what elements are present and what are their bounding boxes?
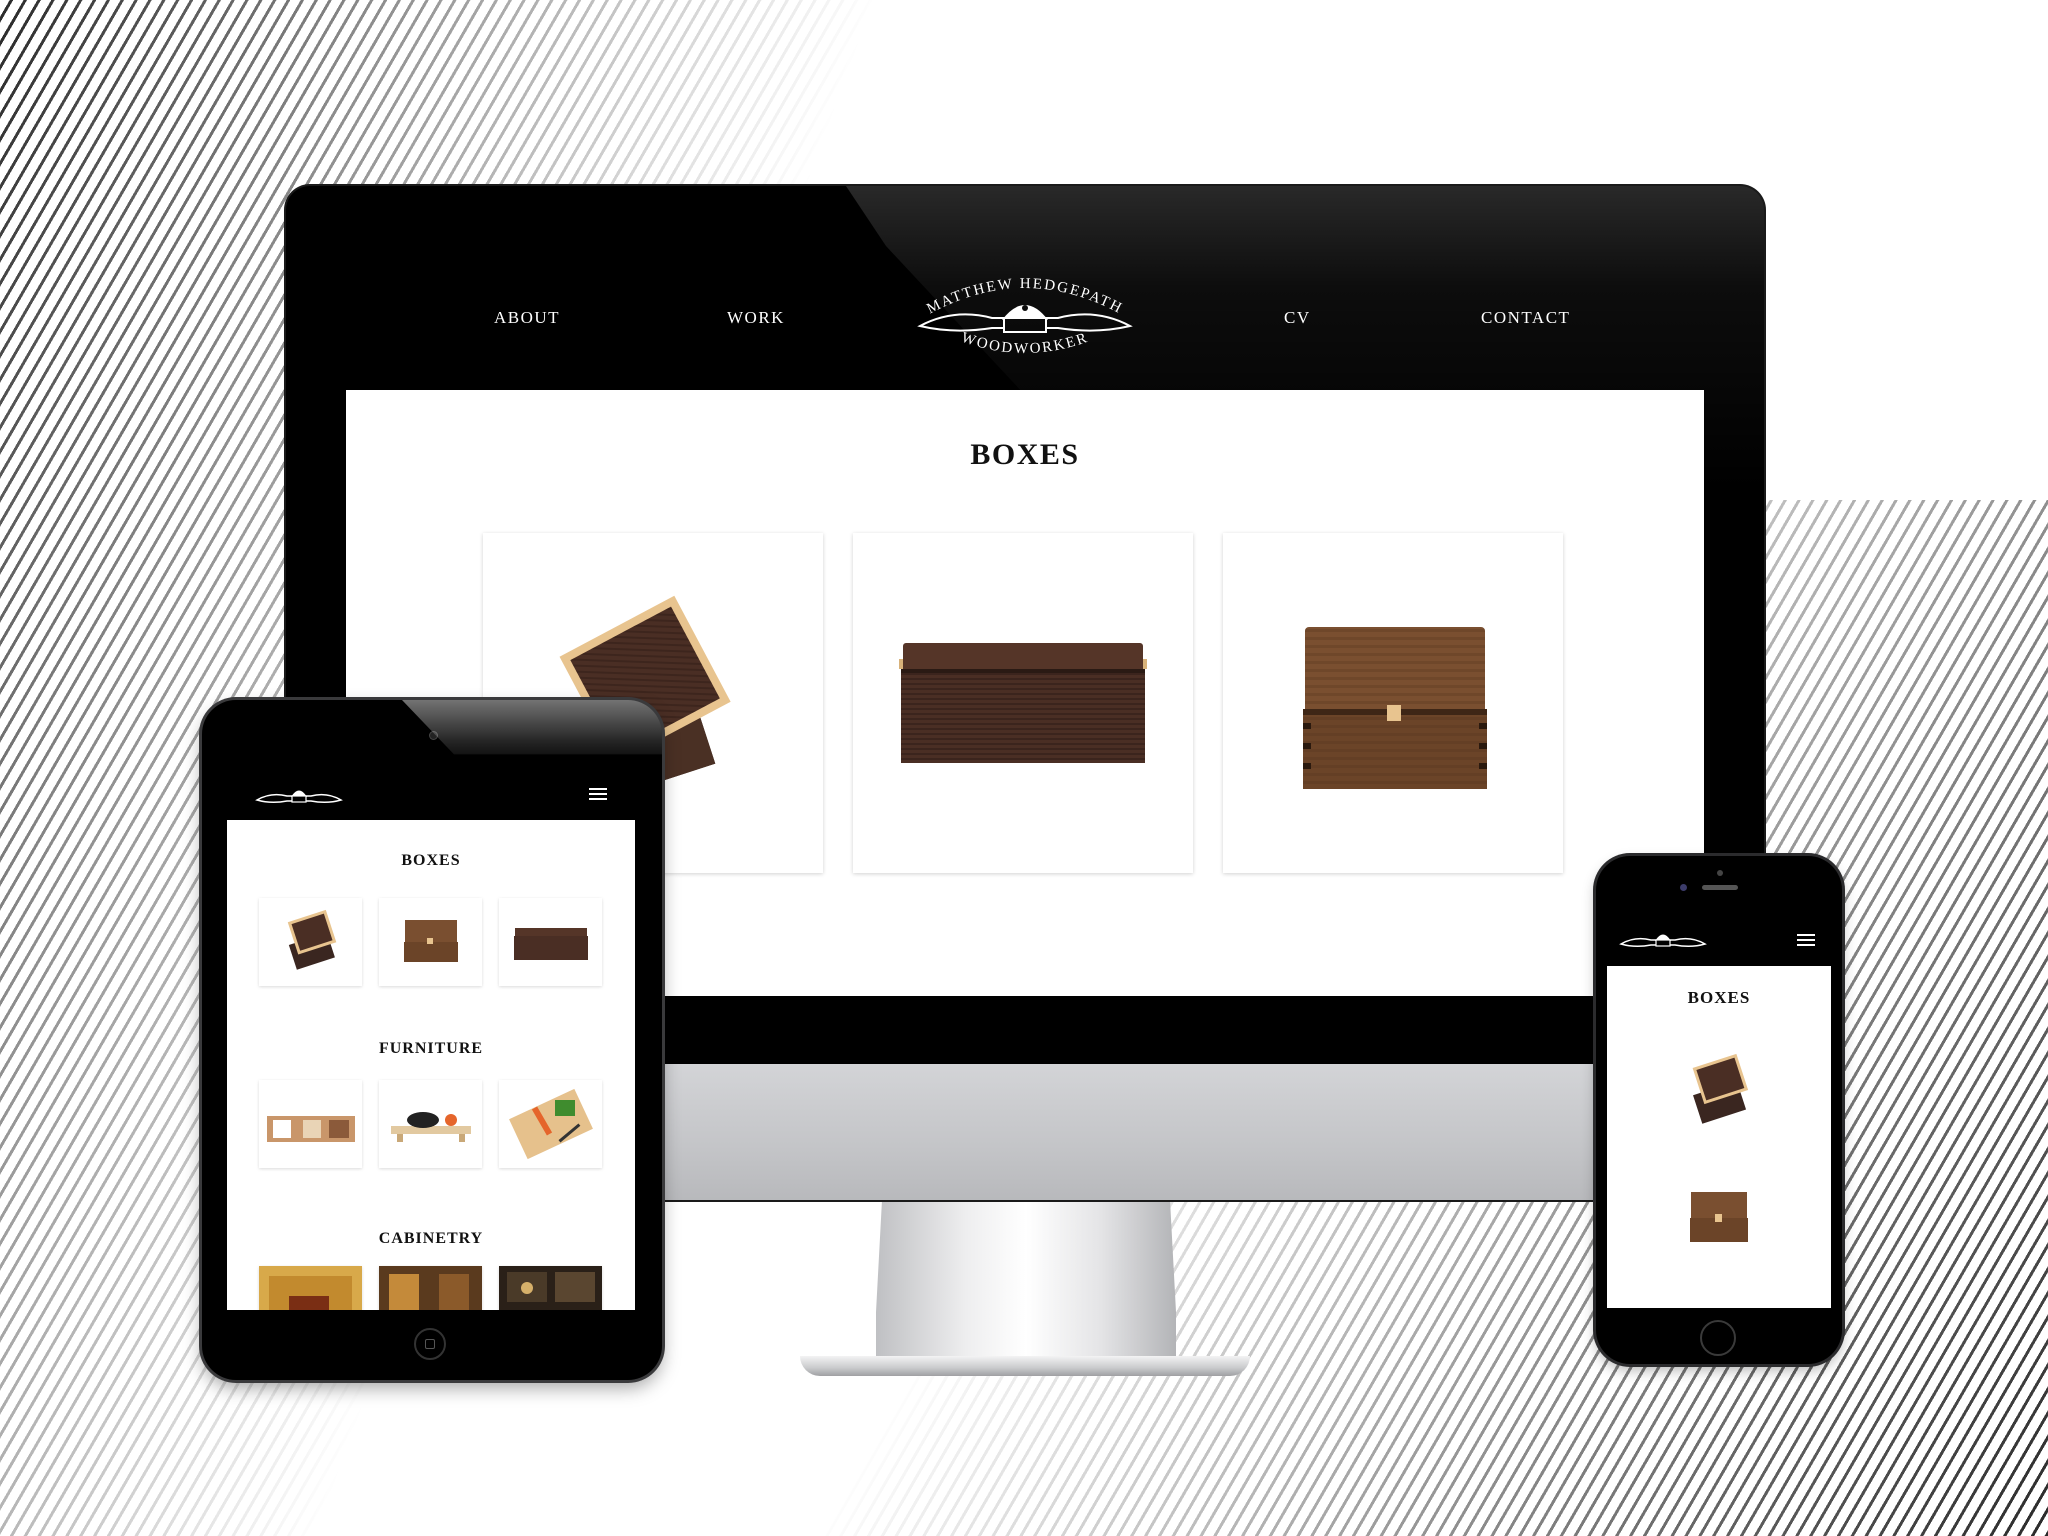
- phone-device: BOXES: [1596, 856, 1842, 1364]
- thumbnail[interactable]: [1669, 1046, 1769, 1136]
- phone-speaker: [1702, 885, 1738, 890]
- tablet-camera: [430, 732, 437, 739]
- product-card[interactable]: [853, 533, 1193, 873]
- nav-work-link[interactable]: WORK: [727, 308, 785, 328]
- tablet-nav-bar: [227, 770, 635, 820]
- desktop-nav-bar: ABOUT WORK MATTHEW HEDGEPATH WOODWORKER …: [346, 246, 1704, 390]
- spokeshave-logo-icon[interactable]: [255, 780, 343, 810]
- monitor-stand-base: [800, 1356, 1250, 1376]
- thumbnail[interactable]: [259, 1266, 362, 1310]
- nav-cv-link[interactable]: CV: [1284, 308, 1311, 328]
- home-button-icon[interactable]: [1700, 1320, 1736, 1356]
- thumbnail[interactable]: [379, 1266, 482, 1310]
- thumbnail[interactable]: [379, 898, 482, 986]
- thumbnail[interactable]: [379, 1080, 482, 1168]
- nav-contact-link[interactable]: CONTACT: [1481, 308, 1570, 328]
- site-logo[interactable]: MATTHEW HEDGEPATH WOODWORKER: [914, 268, 1136, 368]
- thumbnail[interactable]: [1669, 1170, 1769, 1260]
- page-title: BOXES: [970, 438, 1080, 471]
- product-card[interactable]: [1223, 533, 1563, 873]
- thumbnail[interactable]: [259, 1080, 362, 1168]
- hamburger-menu-icon[interactable]: [589, 787, 607, 801]
- box-image: [1303, 627, 1487, 789]
- phone-sensor: [1717, 870, 1723, 876]
- thumbnail[interactable]: [499, 898, 602, 986]
- phone-camera: [1680, 884, 1687, 891]
- box-image: [899, 643, 1147, 763]
- hamburger-menu-icon[interactable]: [1797, 933, 1815, 947]
- thumbnail[interactable]: [499, 1080, 602, 1168]
- tablet-screen: BOXES FURNITURE CABINETRY: [227, 770, 635, 1310]
- phone-screen: BOXES: [1607, 900, 1831, 1308]
- page-title: BOXES: [1687, 988, 1751, 1007]
- spokeshave-logo-icon[interactable]: [1619, 924, 1707, 954]
- section-heading-furniture: FURNITURE: [378, 1040, 484, 1057]
- phone-nav-bar: [1607, 900, 1831, 966]
- nav-about-link[interactable]: ABOUT: [494, 308, 560, 328]
- section-heading-boxes: BOXES: [401, 852, 461, 869]
- section-heading-cabinetry: CABINETRY: [378, 1230, 484, 1247]
- thumbnail[interactable]: [499, 1266, 602, 1310]
- spokeshave-logo-icon: [917, 305, 1133, 333]
- home-button-icon[interactable]: [414, 1328, 446, 1360]
- monitor-stand: [876, 1200, 1176, 1360]
- thumbnail[interactable]: [259, 898, 362, 986]
- tablet-device: BOXES FURNITURE CABINETRY: [202, 700, 662, 1380]
- logo-bottom-text: WOODWORKER: [959, 330, 1090, 357]
